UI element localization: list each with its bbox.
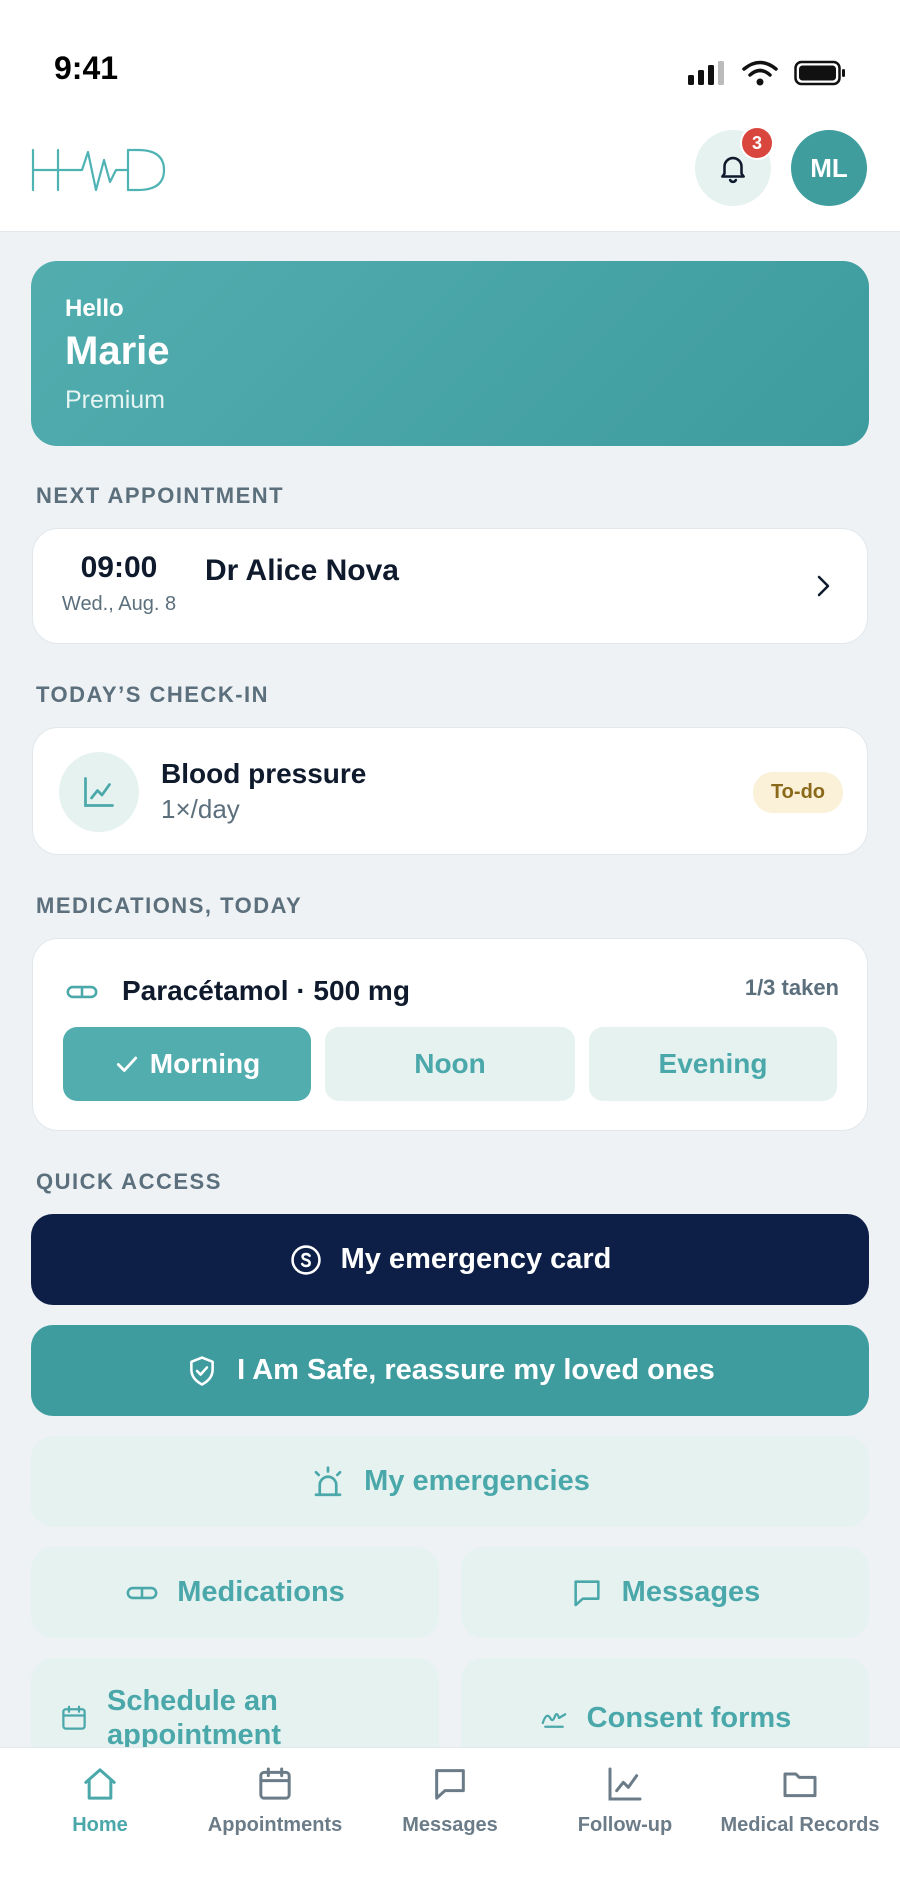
emergency-card-button[interactable]: My emergency card xyxy=(31,1214,869,1305)
i-am-safe-label: I Am Safe, reassure my loved ones xyxy=(237,1354,715,1386)
tab-label: Home xyxy=(72,1814,128,1836)
signal-icon xyxy=(688,61,724,85)
tab-label: Follow-up xyxy=(577,1814,673,1836)
calendar-icon xyxy=(259,1767,291,1800)
tab-label: Appointments xyxy=(207,1814,343,1836)
my-emergencies-button[interactable]: My emergencies xyxy=(31,1436,869,1527)
avatar[interactable]: ML xyxy=(791,130,867,206)
checkin-card[interactable]: Blood pressure 1×/day To-do xyxy=(32,727,868,855)
chevron-right-icon xyxy=(817,575,830,597)
next-appointment-card[interactable]: 09:00 Wed., Aug. 8 Dr Alice Nova xyxy=(32,528,868,644)
status-badge: To-do xyxy=(752,772,843,813)
greeting-card: Hello Marie Premium xyxy=(31,261,869,446)
medications-label: Medications xyxy=(177,1576,345,1608)
calendar-icon xyxy=(62,1705,86,1730)
notification-badge: 3 xyxy=(740,126,774,160)
dose-noon-button[interactable]: Noon xyxy=(325,1027,575,1101)
checkin-title: Blood pressure xyxy=(161,758,367,789)
folder-icon xyxy=(783,1772,817,1798)
emergency-card-icon xyxy=(290,1244,321,1275)
medication-name: Paracétamol · 500 mg xyxy=(122,975,410,1006)
checkin-heading: TODAY’S CHECK-IN xyxy=(36,682,270,707)
dose-label: Morning xyxy=(149,1048,261,1079)
medications-button[interactable]: Medications xyxy=(31,1547,439,1638)
dose-label: Evening xyxy=(658,1048,768,1079)
message-icon xyxy=(574,1579,600,1606)
i-am-safe-button[interactable]: I Am Safe, reassure my loved ones xyxy=(31,1325,869,1416)
tab-appointments[interactable]: Appointments xyxy=(185,1748,365,1883)
pill-icon xyxy=(126,1586,158,1599)
chart-icon xyxy=(84,777,114,807)
dose-evening-button[interactable]: Evening xyxy=(589,1027,837,1101)
user-name: Marie xyxy=(65,329,170,373)
plan-label: Premium xyxy=(65,386,166,414)
chart-icon xyxy=(608,1767,642,1801)
check-icon xyxy=(116,1056,137,1072)
consent-label: Consent forms xyxy=(586,1701,792,1734)
shield-check-icon xyxy=(190,1355,215,1386)
signature-icon xyxy=(541,1712,567,1728)
messages-label: Messages xyxy=(621,1576,761,1608)
home-icon xyxy=(84,1768,116,1800)
battery-icon xyxy=(794,60,845,86)
next-appointment-heading: NEXT APPOINTMENT xyxy=(36,483,285,508)
checkin-frequency: 1×/day xyxy=(161,794,240,824)
medications-heading: MEDICATIONS, TODAY xyxy=(36,893,303,918)
appointment-doctor: Dr Alice Nova xyxy=(205,554,399,587)
greeting-text: Hello xyxy=(65,295,124,322)
schedule-label: Schedule an appointment xyxy=(107,1685,281,1751)
app-logo xyxy=(31,148,166,192)
status-time: 9:41 xyxy=(54,50,119,86)
tab-home[interactable]: Home xyxy=(10,1748,190,1883)
medication-card: Paracétamol · 500 mg 1/3 taken Morning N… xyxy=(32,938,868,1131)
my-emergencies-label: My emergencies xyxy=(364,1465,590,1497)
system-icons xyxy=(686,60,846,86)
medication-progress: 1/3 taken xyxy=(744,975,839,1000)
emergency-card-label: My emergency card xyxy=(340,1243,612,1275)
message-icon xyxy=(435,1769,465,1800)
tab-label: Messages xyxy=(402,1814,498,1836)
siren-icon xyxy=(314,1465,342,1496)
status-bar: 9:41 xyxy=(0,0,900,112)
tab-label: Medical Records xyxy=(720,1814,880,1836)
appointment-time: 09:00 xyxy=(80,551,158,584)
quick-access-heading: QUICK ACCESS xyxy=(36,1169,222,1194)
app-header: 3 ML xyxy=(0,112,900,232)
appointment-date: Wed., Aug. 8 xyxy=(61,593,177,615)
messages-button[interactable]: Messages xyxy=(461,1547,869,1638)
pill-icon xyxy=(66,985,98,999)
bell-icon xyxy=(721,156,745,184)
dose-label: Noon xyxy=(414,1048,486,1079)
wifi-icon xyxy=(742,60,778,86)
dose-morning-button[interactable]: Morning xyxy=(63,1027,311,1101)
tab-bar: Home Appointments Messages Follow-up Med… xyxy=(0,1747,900,1883)
tab-follow-up[interactable]: Follow-up xyxy=(535,1748,715,1883)
tab-medical-records[interactable]: Medical Records xyxy=(710,1748,890,1883)
tab-messages[interactable]: Messages xyxy=(360,1748,540,1883)
checkin-icon-circle xyxy=(59,752,139,832)
